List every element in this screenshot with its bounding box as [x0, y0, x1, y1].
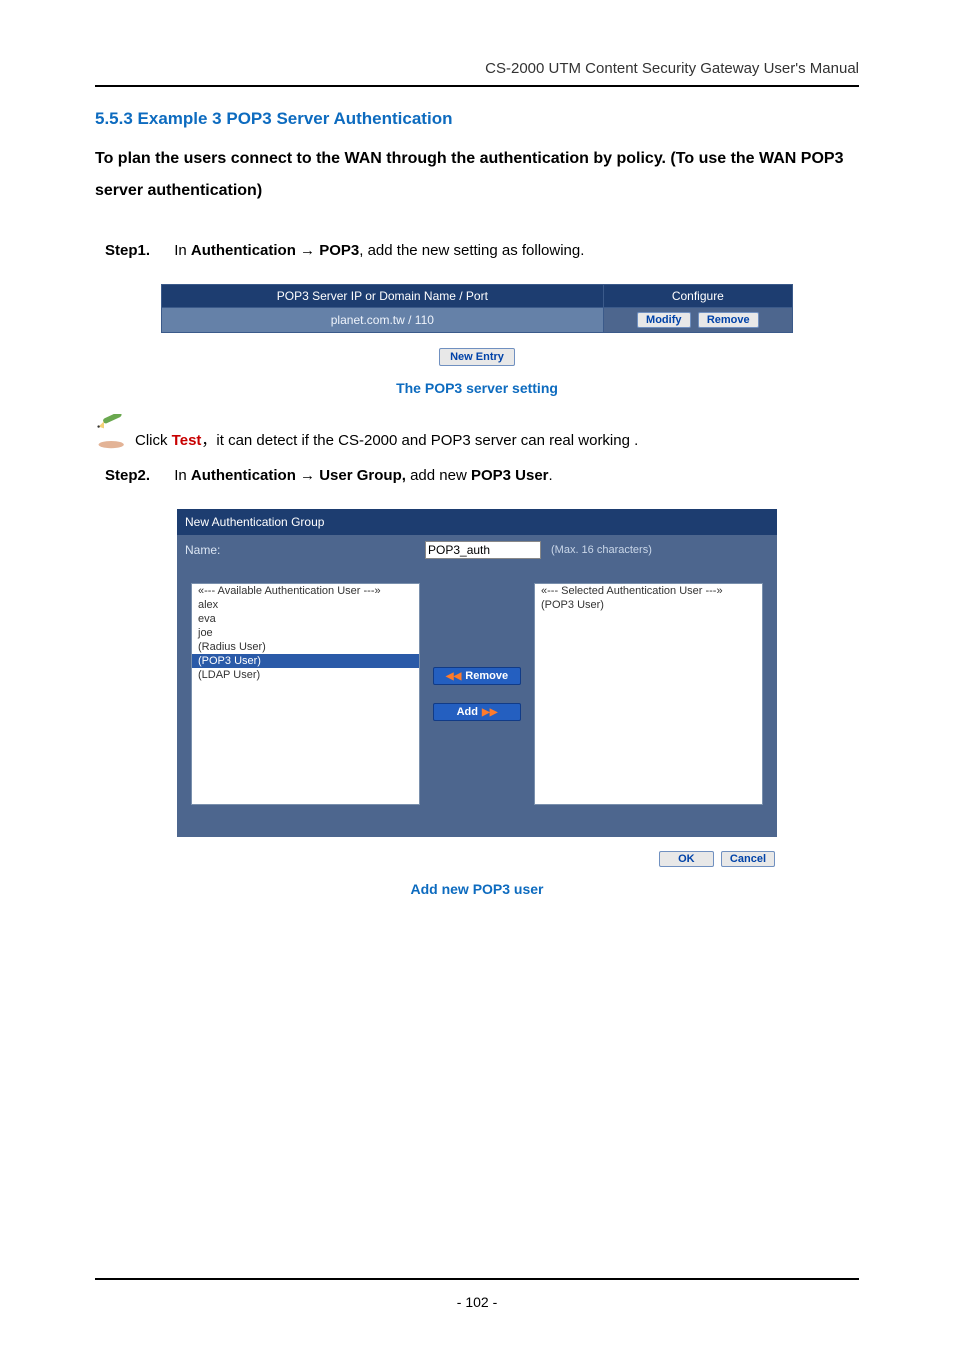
- step2-arrow: →: [296, 467, 319, 484]
- cancel-button[interactable]: Cancel: [721, 851, 775, 867]
- pop3-row-value: planet.com.tw / 110: [162, 308, 604, 333]
- name-row: Name: (Max. 16 characters): [177, 535, 777, 565]
- pop3-col1-header: POP3 Server IP or Domain Name / Port: [162, 285, 604, 308]
- ok-button[interactable]: OK: [659, 851, 714, 867]
- available-option[interactable]: (POP3 User): [192, 654, 419, 668]
- available-option[interactable]: alex: [192, 598, 419, 612]
- available-option[interactable]: joe: [192, 626, 419, 640]
- step2-row: Step2. In Authentication → User Group, a…: [105, 462, 859, 489]
- step1-arrow: →: [296, 242, 319, 259]
- new-entry-button[interactable]: New Entry: [439, 348, 515, 366]
- add-transfer-button[interactable]: Add ▶▶: [433, 703, 521, 721]
- panel-title: New Authentication Group: [177, 509, 777, 535]
- step2-path-c: POP3 User: [471, 467, 549, 484]
- page-number: - 102 -: [0, 1294, 954, 1310]
- step1-label: Step1.: [105, 242, 150, 259]
- step1-path-b: POP3: [319, 242, 359, 259]
- pop3-table: POP3 Server IP or Domain Name / Port Con…: [161, 284, 793, 333]
- remove-transfer-button[interactable]: ◀◀ Remove: [433, 667, 521, 685]
- name-label: Name:: [185, 543, 415, 557]
- pop3-server-screenshot: POP3 Server IP or Domain Name / Port Con…: [161, 284, 793, 396]
- arrow-right-icon: ▶▶: [482, 707, 497, 718]
- step2-prefix: In: [174, 467, 191, 484]
- step1-text: In Authentication → POP3, add the new se…: [174, 242, 584, 259]
- auth-group-caption: Add new POP3 user: [177, 881, 777, 897]
- step2-path-a: Authentication: [191, 467, 296, 484]
- note-row: Click Test，it can detect if the CS-2000 …: [95, 414, 859, 450]
- panel-footer-bar: [177, 823, 777, 837]
- note-text: Click Test，it can detect if the CS-2000 …: [135, 429, 638, 450]
- step2-label: Step2.: [105, 467, 150, 484]
- step1-row: Step1. In Authentication → POP3, add the…: [105, 237, 859, 264]
- selected-header: «--- Selected Authentication User ---»: [535, 584, 762, 598]
- remove-button[interactable]: Remove: [698, 312, 759, 328]
- selected-listbox[interactable]: «--- Selected Authentication User ---»(P…: [534, 583, 763, 805]
- step2-path-b: User Group,: [319, 467, 406, 484]
- pop3-col2-header: Configure: [603, 285, 792, 308]
- pencil-icon: [95, 414, 131, 450]
- available-header: «--- Available Authentication User ---»: [192, 584, 419, 598]
- available-listbox[interactable]: «--- Available Authentication User ---»a…: [191, 583, 420, 805]
- footer-rule: [95, 1278, 859, 1280]
- transfer-panel: «--- Available Authentication User ---»a…: [177, 565, 777, 823]
- step1-path-a: Authentication: [191, 242, 296, 259]
- pop3-caption: The POP3 server setting: [161, 380, 793, 396]
- arrow-left-icon: ◀◀: [446, 671, 461, 682]
- note-post: ，it can detect if the CS-2000 and POP3 s…: [201, 432, 638, 449]
- note-pre: Click: [135, 432, 172, 449]
- step1-suffix: , add the new setting as following.: [359, 242, 584, 259]
- available-option[interactable]: (Radius User): [192, 640, 419, 654]
- intro-paragraph: To plan the users connect to the WAN thr…: [95, 143, 859, 207]
- doc-header: CS-2000 UTM Content Security Gateway Use…: [95, 60, 859, 87]
- name-input[interactable]: [425, 541, 541, 559]
- add-btn-label: Add: [457, 706, 478, 718]
- step2-mid: add new: [406, 467, 471, 484]
- step2-text: In Authentication → User Group, add new …: [174, 467, 552, 484]
- step1-prefix: In: [174, 242, 191, 259]
- step2-suffix: .: [549, 467, 553, 484]
- available-option[interactable]: (LDAP User): [192, 668, 419, 682]
- name-hint: (Max. 16 characters): [551, 544, 652, 556]
- auth-group-screenshot: New Authentication Group Name: (Max. 16 …: [177, 509, 777, 897]
- section-heading: 5.5.3 Example 3 POP3 Server Authenticati…: [95, 109, 859, 129]
- remove-btn-label: Remove: [465, 670, 508, 682]
- available-option[interactable]: eva: [192, 612, 419, 626]
- note-test: Test: [172, 432, 202, 449]
- modify-button[interactable]: Modify: [637, 312, 690, 328]
- selected-option[interactable]: (POP3 User): [535, 598, 762, 612]
